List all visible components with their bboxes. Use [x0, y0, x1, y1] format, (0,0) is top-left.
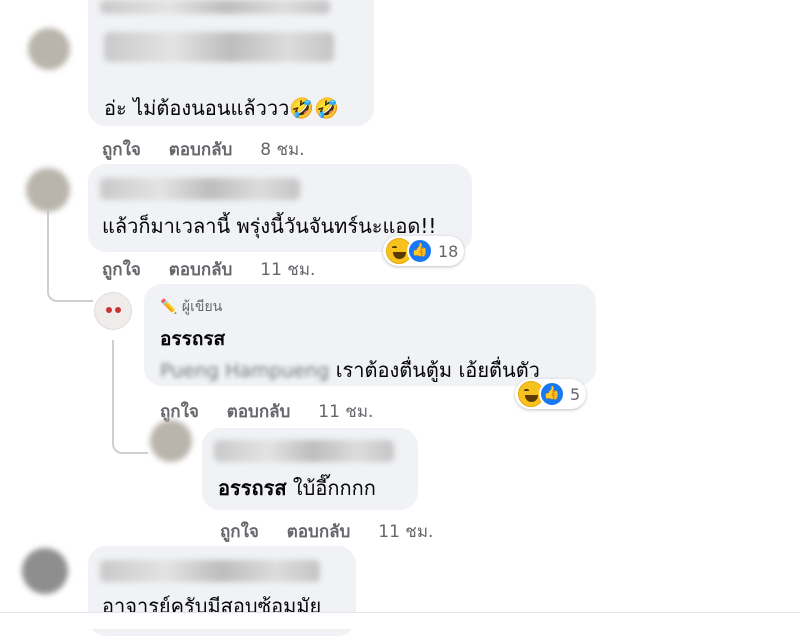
- mention-blurred[interactable]: Pueng Hampueng: [160, 360, 329, 382]
- reply-link[interactable]: ตอบกลับ: [169, 136, 233, 163]
- timestamp[interactable]: 8 ชม.: [260, 136, 304, 163]
- reaction-count: 18: [438, 241, 459, 261]
- comment-text: เราต้องตื่นตู้ม เอ้ยตื่นตัว: [329, 358, 540, 382]
- commenter-name-blurred[interactable]: [100, 0, 330, 14]
- comment-body: อรรถรส ใบ้อี๊กกกก: [218, 472, 376, 504]
- commenter-name-blurred[interactable]: [104, 32, 334, 62]
- timestamp[interactable]: 11 ชม.: [260, 256, 315, 283]
- like-link[interactable]: ถูกใจ: [102, 136, 141, 163]
- comment-actions: ถูกใจ ตอบกลับ 11 ชม.: [102, 256, 315, 283]
- timestamp[interactable]: 11 ชม.: [318, 398, 373, 425]
- comment-actions: ถูกใจ ตอบกลับ 8 ชม.: [102, 136, 305, 163]
- comment-actions: ถูกใจ ตอบกลับ 11 ชม.: [220, 518, 433, 545]
- reply-thread-line: [112, 340, 148, 454]
- like-reaction-icon: 👍: [407, 238, 433, 264]
- pencil-icon: ✏️: [160, 299, 178, 315]
- comment-text: อ่ะ ไม่ต้องนอนแล้ววว🤣🤣: [104, 96, 340, 120]
- reply-link[interactable]: ตอบกลับ: [287, 518, 351, 545]
- reaction-summary[interactable]: 👍 18: [383, 236, 465, 266]
- avatar[interactable]: [28, 28, 70, 70]
- avatar[interactable]: [26, 168, 70, 212]
- avatar[interactable]: [150, 420, 192, 462]
- avatar[interactable]: [22, 548, 68, 594]
- comment-text: ใบ้อี๊กกกก: [286, 476, 376, 500]
- reply-link[interactable]: ตอบกลับ: [169, 256, 233, 283]
- reaction-summary[interactable]: 👍 5: [515, 379, 587, 409]
- author-badge-label: ผู้เขียน: [181, 299, 223, 315]
- like-link[interactable]: ถูกใจ: [102, 256, 141, 283]
- comment-actions: ถูกใจ ตอบกลับ 11 ชม.: [160, 398, 373, 425]
- author-avatar[interactable]: [94, 292, 132, 330]
- like-reaction-icon: 👍: [539, 381, 565, 407]
- comment-body: Pueng Hampueng เราต้องตื่นตู้ม เอ้ยตื่นต…: [160, 354, 540, 386]
- commenter-name-blurred[interactable]: [214, 440, 394, 462]
- author-badge: ✏️ ผู้เขียน: [160, 296, 222, 318]
- commenter-name-blurred[interactable]: [100, 560, 320, 582]
- viewport-bottom-edge: [0, 612, 800, 629]
- reply-link[interactable]: ตอบกลับ: [227, 398, 291, 425]
- mention-link[interactable]: อรรถรส: [218, 476, 287, 500]
- like-link[interactable]: ถูกใจ: [220, 518, 259, 545]
- thread-line: [47, 210, 93, 302]
- commenter-name-blurred[interactable]: [100, 178, 300, 200]
- commenter-name[interactable]: อรรถรส: [160, 324, 225, 354]
- reaction-count: 5: [570, 384, 581, 404]
- comment-text: แล้วก็มาเวลานี้ พรุ่งนี้วันจันทร์นะแอด!!: [102, 214, 437, 238]
- timestamp[interactable]: 11 ชม.: [378, 518, 433, 545]
